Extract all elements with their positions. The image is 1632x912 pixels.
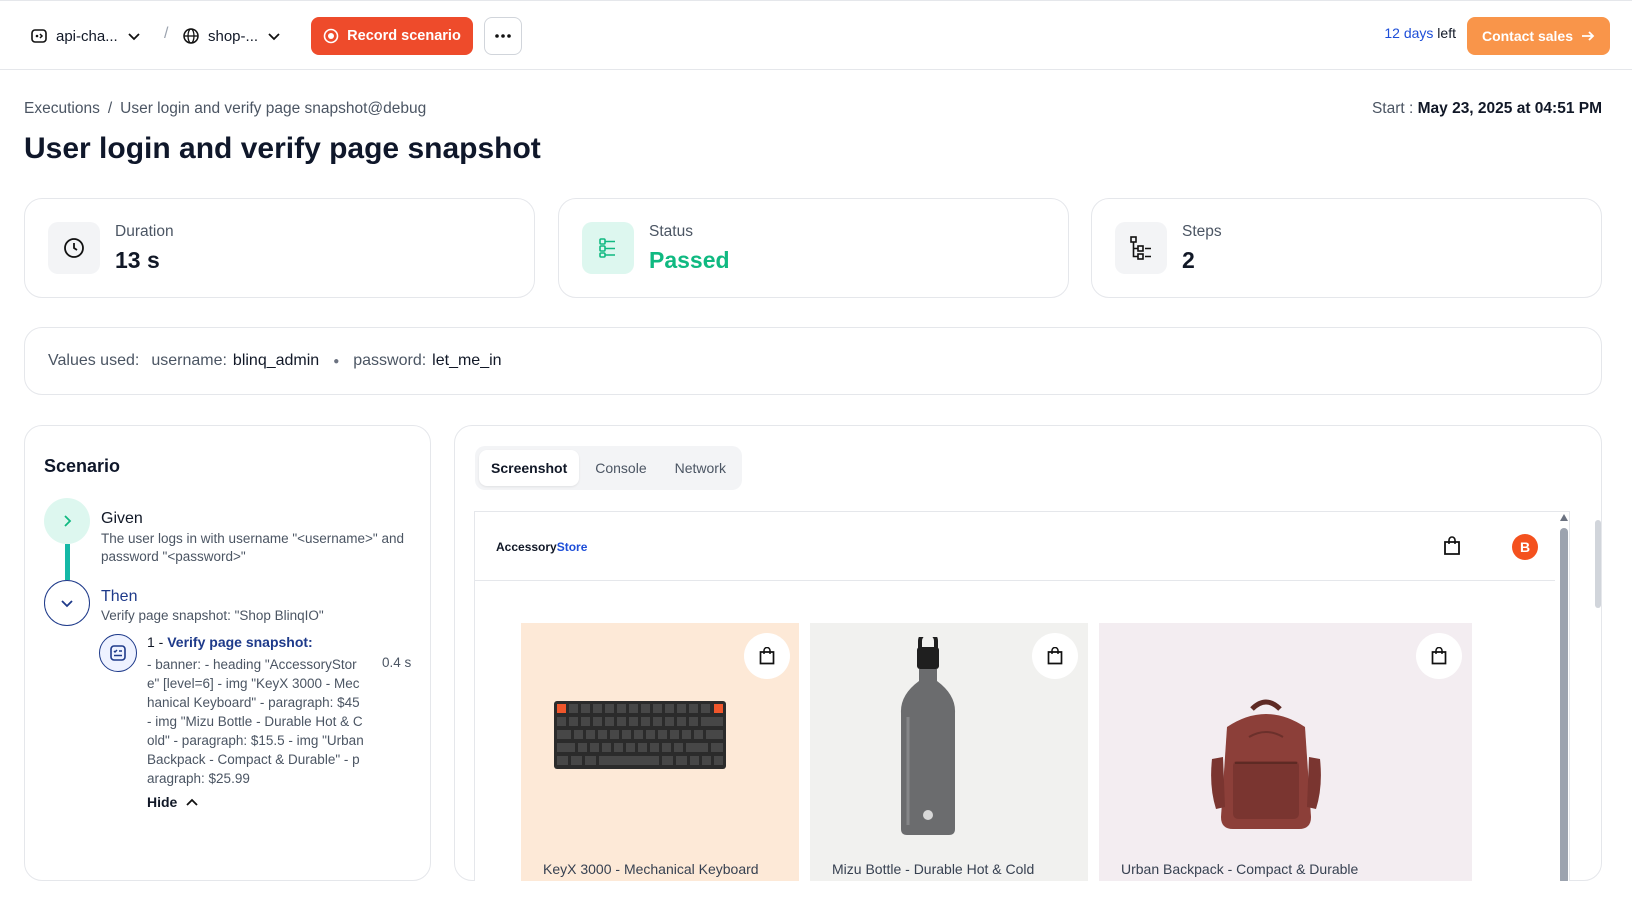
steps-value: 2 — [1182, 247, 1195, 273]
then-text: Verify page snapshot: "Shop BlinqIO" — [101, 608, 324, 623]
scenario-panel: Scenario Given The user logs in with use… — [24, 425, 431, 881]
breadcrumb-executions[interactable]: Executions — [24, 100, 100, 118]
bottle-image — [900, 637, 956, 835]
store-header: AccessoryStore B — [475, 512, 1555, 581]
breadcrumb: Executions / User login and verify page … — [24, 100, 426, 118]
chevron-down-icon — [128, 33, 140, 41]
scenario-heading: Scenario — [44, 456, 121, 476]
trial-suffix: left — [1433, 25, 1456, 41]
values-used-bar: Values used: username: blinq_admin ● pas… — [24, 327, 1602, 395]
tab-network[interactable]: Network — [663, 450, 738, 486]
value-password: let_me_in — [432, 352, 502, 369]
top-bar: api-cha... / shop-... Record scenario 12… — [0, 0, 1632, 70]
product-card-backpack[interactable]: Urban Backpack - Compact & Durable — [1099, 623, 1472, 881]
globe-icon — [183, 28, 199, 44]
values-separator-dot: ● — [333, 355, 340, 367]
store-name: Accessory — [496, 540, 557, 554]
project-selector[interactable]: api-cha... — [30, 21, 142, 51]
chevron-down-icon — [268, 33, 280, 41]
status-label: Status — [649, 223, 693, 240]
duration-label: Duration — [115, 223, 174, 240]
store-logo: AccessoryStore — [496, 540, 587, 554]
value-username: blinq_admin — [232, 352, 320, 369]
product-name: Urban Backpack - Compact & Durable — [1121, 861, 1359, 877]
given-text: The user logs in with username "<usernam… — [101, 531, 404, 564]
start-value: May 23, 2025 at 04:51 PM — [1417, 100, 1602, 117]
screenshot-scrollbar-thumb[interactable] — [1560, 528, 1568, 881]
breadcrumb-separator: / — [107, 100, 113, 117]
page-title: User login and verify page snapshot — [24, 132, 541, 165]
trial-remaining: 12 days left — [1384, 25, 1456, 41]
add-to-bag-icon[interactable] — [1416, 633, 1462, 679]
scroll-up-arrow-icon[interactable] — [1560, 514, 1568, 521]
more-options-button[interactable] — [484, 17, 522, 55]
environment-name: shop-... — [208, 27, 259, 45]
contact-sales-label: Contact sales — [1481, 28, 1574, 44]
value-key-password: password: — [353, 352, 427, 369]
substep-title: 1 - Verify page snapshot: — [147, 634, 313, 650]
backpack-image — [1211, 699, 1321, 829]
record-scenario-button[interactable]: Record scenario — [311, 17, 473, 55]
substep-link[interactable]: Verify page snapshot: — [167, 634, 312, 650]
shopping-bag-icon[interactable] — [1443, 536, 1461, 561]
trial-days: 12 days — [1384, 25, 1434, 41]
store-name-accent: Store — [556, 540, 588, 554]
more-horizontal-icon — [495, 34, 511, 38]
duration-card: Duration 13 s — [24, 198, 535, 298]
tab-console[interactable]: Console — [583, 450, 658, 486]
add-to-bag-icon[interactable] — [744, 633, 790, 679]
project-name: api-cha... — [56, 27, 118, 45]
product-card-keyboard[interactable]: KeyX 3000 - Mechanical Keyboard — [521, 623, 799, 881]
given-step-toggle[interactable] — [44, 498, 90, 544]
start-time: Start : May 23, 2025 at 04:51 PM — [1372, 100, 1602, 118]
breadcrumb-current: User login and verify page snapshot@debu… — [120, 100, 427, 117]
then-keyword: Then — [101, 588, 138, 605]
environment-selector[interactable]: shop-... — [182, 21, 282, 51]
status-value: Passed — [649, 247, 730, 273]
tab-screenshot[interactable]: Screenshot — [479, 450, 580, 486]
hide-label: Hide — [147, 794, 178, 810]
given-keyword: Given — [101, 510, 143, 527]
arrow-right-icon — [1582, 31, 1595, 41]
start-label: Start : — [1371, 100, 1414, 117]
panel-scrollbar[interactable] — [1595, 520, 1601, 608]
topbar-separator: / — [164, 25, 169, 42]
avatar[interactable]: B — [1512, 534, 1538, 560]
project-icon — [31, 29, 47, 43]
record-scenario-label: Record scenario — [347, 28, 461, 44]
contact-sales-button[interactable]: Contact sales — [1467, 17, 1610, 55]
record-icon — [323, 28, 339, 44]
chevron-down-icon — [61, 600, 73, 608]
substep-duration: 0.4 s — [382, 655, 412, 670]
snapshot-step-icon — [99, 634, 137, 672]
value-key-username: username: — [151, 352, 227, 369]
chevron-up-icon — [186, 798, 198, 806]
product-card-bottle[interactable]: Mizu Bottle - Durable Hot & Cold — [810, 623, 1088, 881]
details-panel: Screenshot Console Network AccessoryStor… — [454, 425, 1602, 881]
step-connector — [65, 544, 70, 580]
values-used-label: Values used: — [48, 352, 140, 369]
hide-button[interactable]: Hide — [147, 794, 199, 810]
substep-index: 1 - — [147, 634, 164, 650]
substep-snapshot-text: - banner: - heading "AccessoryStore" [le… — [147, 657, 364, 786]
status-card: Status Passed — [558, 198, 1069, 298]
details-tabs: Screenshot Console Network — [475, 446, 742, 490]
product-name: KeyX 3000 - Mechanical Keyboard — [543, 861, 759, 877]
product-name: Mizu Bottle - Durable Hot & Cold — [832, 861, 1035, 877]
steps-tree-icon — [1115, 222, 1167, 274]
chevron-right-icon — [64, 515, 72, 527]
keyboard-image — [554, 701, 726, 769]
steps-label: Steps — [1182, 223, 1222, 240]
screenshot-viewer: AccessoryStore B KeyX 3000 - Mechanical … — [474, 511, 1570, 881]
steps-card: Steps 2 — [1091, 198, 1602, 298]
add-to-bag-icon[interactable] — [1032, 633, 1078, 679]
clock-icon — [48, 222, 100, 274]
status-list-icon — [582, 222, 634, 274]
duration-value: 13 s — [115, 247, 160, 273]
then-step-toggle[interactable] — [44, 580, 90, 626]
